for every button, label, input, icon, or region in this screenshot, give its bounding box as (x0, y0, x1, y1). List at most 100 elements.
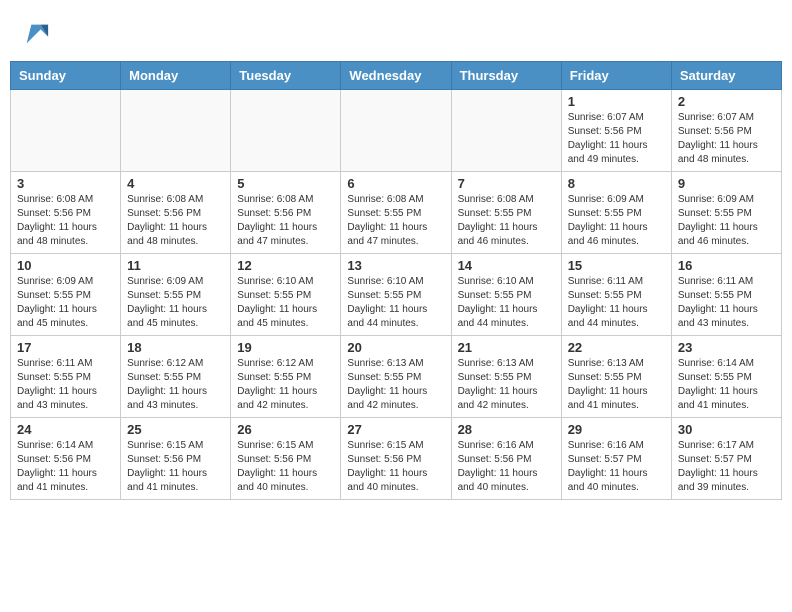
day-info: Sunrise: 6:17 AMSunset: 5:57 PMDaylight:… (678, 439, 775, 495)
calendar-day-cell: 27 Sunrise: 6:15 AMSunset: 5:56 PMDayligh… (341, 418, 451, 500)
day-info: Sunrise: 6:09 AMSunset: 5:55 PMDaylight:… (127, 275, 224, 331)
calendar-day-cell: 8Sunrise: 6:09 AMSunset: 5:55 PMDaylight… (561, 172, 671, 254)
calendar-day-cell: 6 Sunrise: 6:08 AMSunset: 5:55 PMDaylight… (341, 172, 451, 254)
day-number: 11 (127, 258, 224, 273)
calendar-day-cell: 26 Sunrise: 6:15 AMSunset: 5:56 PMDayligh… (231, 418, 341, 500)
calendar-day-cell: 23 Sunrise: 6:14 AMSunset: 5:55 PMDayligh… (671, 336, 781, 418)
day-info: Sunrise: 6:08 AMSunset: 5:56 PMDaylight:… (127, 193, 224, 249)
calendar-day-cell: 1 Sunrise: 6:07 AMSunset: 5:56 PMDaylight… (561, 90, 671, 172)
calendar-day-cell: 17 Sunrise: 6:11 AMSunset: 5:55 PMDayligh… (11, 336, 121, 418)
day-info: Sunrise: 6:09 AMSunset: 5:55 PMDaylight:… (17, 275, 114, 331)
calendar-day-cell (341, 90, 451, 172)
day-info: Sunrise: 6:14 AMSunset: 5:55 PMDaylight:… (678, 357, 775, 413)
calendar-day-cell: 25 Sunrise: 6:15 AMSunset: 5:56 PMDayligh… (121, 418, 231, 500)
day-info: Sunrise: 6:08 AMSunset: 5:55 PMDaylight:… (458, 193, 555, 249)
day-number: 15 (568, 258, 665, 273)
day-number: 19 (237, 340, 334, 355)
day-number: 21 (458, 340, 555, 355)
day-info: Sunrise: 6:13 AMSunset: 5:55 PMDaylight:… (458, 357, 555, 413)
calendar-day-cell: 16 Sunrise: 6:11 AMSunset: 5:55 PMDayligh… (671, 254, 781, 336)
calendar-day-cell: 4 Sunrise: 6:08 AMSunset: 5:56 PMDaylight… (121, 172, 231, 254)
day-number: 9 (678, 176, 775, 191)
calendar-day-cell: 13 Sunrise: 6:10 AMSunset: 5:55 PMDayligh… (341, 254, 451, 336)
day-number: 26 (237, 422, 334, 437)
weekday-header: Wednesday (341, 62, 451, 90)
calendar-day-cell (451, 90, 561, 172)
day-info: Sunrise: 6:11 AMSunset: 5:55 PMDaylight:… (678, 275, 775, 331)
day-number: 2 (678, 94, 775, 109)
day-info: Sunrise: 6:09 AMSunset: 5:55 PMDaylight:… (678, 193, 775, 249)
day-number: 28 (458, 422, 555, 437)
day-number: 14 (458, 258, 555, 273)
day-info: Sunrise: 6:15 AMSunset: 5:56 PMDaylight:… (237, 439, 334, 495)
day-number: 13 (347, 258, 444, 273)
day-info: Sunrise: 6:12 AMSunset: 5:55 PMDaylight:… (237, 357, 334, 413)
calendar-day-cell (231, 90, 341, 172)
day-number: 7 (458, 176, 555, 191)
calendar-day-cell: 24 Sunrise: 6:14 AMSunset: 5:56 PMDayligh… (11, 418, 121, 500)
calendar-day-cell: 3Sunrise: 6:08 AMSunset: 5:56 PMDaylight… (11, 172, 121, 254)
calendar-day-cell: 28 Sunrise: 6:16 AMSunset: 5:56 PMDayligh… (451, 418, 561, 500)
day-info: Sunrise: 6:15 AMSunset: 5:56 PMDaylight:… (127, 439, 224, 495)
calendar-day-cell: 11 Sunrise: 6:09 AMSunset: 5:55 PMDayligh… (121, 254, 231, 336)
calendar-week-row: 24 Sunrise: 6:14 AMSunset: 5:56 PMDayligh… (11, 418, 782, 500)
day-info: Sunrise: 6:16 AMSunset: 5:56 PMDaylight:… (458, 439, 555, 495)
day-info: Sunrise: 6:14 AMSunset: 5:56 PMDaylight:… (17, 439, 114, 495)
calendar-day-cell: 5Sunrise: 6:08 AMSunset: 5:56 PMDaylight… (231, 172, 341, 254)
calendar-day-cell (121, 90, 231, 172)
day-number: 18 (127, 340, 224, 355)
calendar-day-cell: 18 Sunrise: 6:12 AMSunset: 5:55 PMDayligh… (121, 336, 231, 418)
day-number: 1 (568, 94, 665, 109)
calendar-day-cell: 10 Sunrise: 6:09 AMSunset: 5:55 PMDayligh… (11, 254, 121, 336)
calendar-day-cell: 22 Sunrise: 6:13 AMSunset: 5:55 PMDayligh… (561, 336, 671, 418)
day-info: Sunrise: 6:11 AMSunset: 5:55 PMDaylight:… (17, 357, 114, 413)
day-number: 17 (17, 340, 114, 355)
calendar-day-cell: 7 Sunrise: 6:08 AMSunset: 5:55 PMDaylight… (451, 172, 561, 254)
calendar-week-row: 17 Sunrise: 6:11 AMSunset: 5:55 PMDayligh… (11, 336, 782, 418)
day-info: Sunrise: 6:10 AMSunset: 5:55 PMDaylight:… (458, 275, 555, 331)
calendar-day-cell: 20Sunrise: 6:13 AMSunset: 5:55 PMDayligh… (341, 336, 451, 418)
day-info: Sunrise: 6:13 AMSunset: 5:55 PMDaylight:… (347, 357, 444, 413)
day-info: Sunrise: 6:11 AMSunset: 5:55 PMDaylight:… (568, 275, 665, 331)
day-number: 25 (127, 422, 224, 437)
logo-icon (22, 20, 50, 48)
calendar-day-cell: 15 Sunrise: 6:11 AMSunset: 5:55 PMDayligh… (561, 254, 671, 336)
calendar-day-cell: 14 Sunrise: 6:10 AMSunset: 5:55 PMDayligh… (451, 254, 561, 336)
logo (20, 20, 50, 48)
day-info: Sunrise: 6:16 AMSunset: 5:57 PMDaylight:… (568, 439, 665, 495)
calendar-day-cell: 9 Sunrise: 6:09 AMSunset: 5:55 PMDaylight… (671, 172, 781, 254)
day-number: 10 (17, 258, 114, 273)
day-number: 4 (127, 176, 224, 191)
calendar-day-cell: 21 Sunrise: 6:13 AMSunset: 5:55 PMDayligh… (451, 336, 561, 418)
calendar-day-cell: 19 Sunrise: 6:12 AMSunset: 5:55 PMDayligh… (231, 336, 341, 418)
day-number: 12 (237, 258, 334, 273)
calendar-day-cell (11, 90, 121, 172)
day-number: 16 (678, 258, 775, 273)
calendar-week-row: 10 Sunrise: 6:09 AMSunset: 5:55 PMDayligh… (11, 254, 782, 336)
day-info: Sunrise: 6:10 AMSunset: 5:55 PMDaylight:… (347, 275, 444, 331)
day-info: Sunrise: 6:13 AMSunset: 5:55 PMDaylight:… (568, 357, 665, 413)
day-info: Sunrise: 6:08 AMSunset: 5:55 PMDaylight:… (347, 193, 444, 249)
day-number: 24 (17, 422, 114, 437)
calendar-day-cell: 2 Sunrise: 6:07 AMSunset: 5:56 PMDaylight… (671, 90, 781, 172)
day-info: Sunrise: 6:08 AMSunset: 5:56 PMDaylight:… (17, 193, 114, 249)
weekday-header: Monday (121, 62, 231, 90)
page-header (10, 10, 782, 53)
day-info: Sunrise: 6:07 AMSunset: 5:56 PMDaylight:… (678, 111, 775, 167)
day-number: 29 (568, 422, 665, 437)
weekday-header: Thursday (451, 62, 561, 90)
calendar-day-cell: 29 Sunrise: 6:16 AMSunset: 5:57 PMDayligh… (561, 418, 671, 500)
day-info: Sunrise: 6:10 AMSunset: 5:55 PMDaylight:… (237, 275, 334, 331)
day-number: 22 (568, 340, 665, 355)
calendar-day-cell: 12 Sunrise: 6:10 AMSunset: 5:55 PMDayligh… (231, 254, 341, 336)
day-number: 6 (347, 176, 444, 191)
day-number: 27 (347, 422, 444, 437)
day-number: 23 (678, 340, 775, 355)
day-number: 30 (678, 422, 775, 437)
weekday-header: Sunday (11, 62, 121, 90)
weekday-header: Friday (561, 62, 671, 90)
day-info: Sunrise: 6:15 AMSunset: 5:56 PMDaylight:… (347, 439, 444, 495)
day-info: Sunrise: 6:12 AMSunset: 5:55 PMDaylight:… (127, 357, 224, 413)
day-info: Sunrise: 6:08 AMSunset: 5:56 PMDaylight:… (237, 193, 334, 249)
day-info: Sunrise: 6:07 AMSunset: 5:56 PMDaylight:… (568, 111, 665, 167)
